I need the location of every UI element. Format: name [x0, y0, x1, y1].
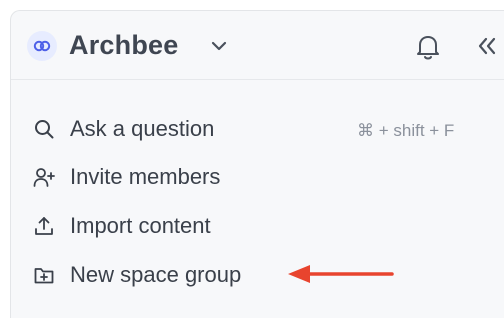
workspace-name[interactable]: Archbee [69, 28, 178, 62]
double-chevron-left-icon[interactable] [476, 35, 498, 57]
keyboard-shortcut: ⌘ + shift + F [357, 121, 455, 140]
menu-item-new-space-group[interactable]: New space group [11, 255, 504, 295]
menu-item-ask-question[interactable]: Ask a question ⌘ + shift + F [11, 109, 504, 149]
menu-item-label: Invite members [70, 164, 221, 189]
annotation-arrow [288, 265, 394, 283]
archbee-logo-icon[interactable] [27, 31, 57, 61]
search-icon [35, 120, 54, 139]
menu-item-label: Ask a question [70, 116, 215, 141]
add-user-icon [33, 168, 55, 187]
sidebar-header: Archbee [11, 11, 504, 80]
menu-item-import-content[interactable]: Import content [11, 206, 504, 246]
menu-item-label: Import content [70, 213, 211, 238]
menu-item-invite-members[interactable]: Invite members [11, 157, 504, 197]
chevron-down-icon[interactable] [210, 39, 228, 53]
bell-icon[interactable] [414, 31, 442, 61]
add-folder-icon [34, 268, 54, 284]
upload-icon [35, 217, 53, 235]
menu-item-label: New space group [70, 262, 242, 287]
sidebar-panel: Archbee Ask a question ⌘ + shift + F Inv… [10, 10, 504, 318]
